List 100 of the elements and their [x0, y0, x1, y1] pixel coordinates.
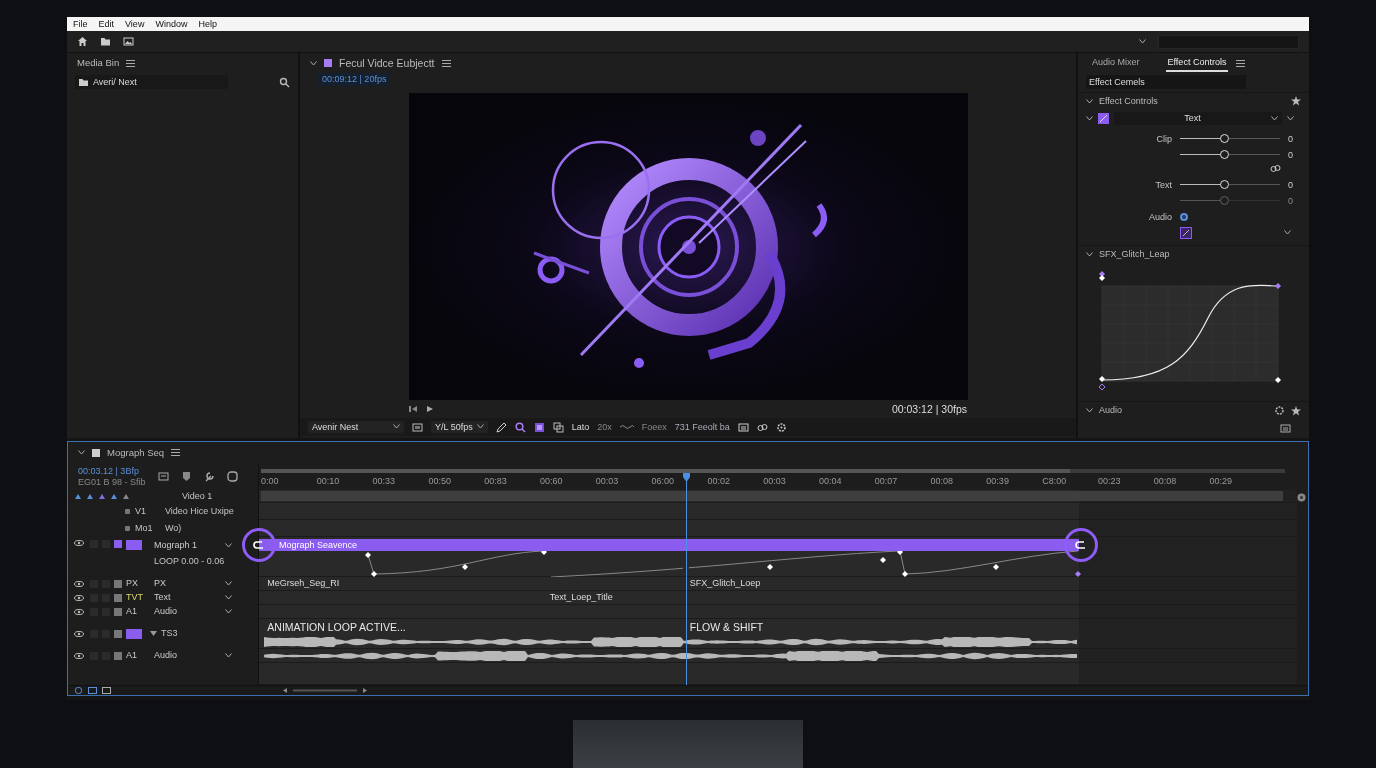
panel-tab[interactable]: Audio Mixer	[1090, 53, 1142, 73]
image-icon[interactable]	[123, 36, 134, 47]
slider-thumb[interactable]	[1220, 150, 1229, 160]
param-label: Clip	[1156, 133, 1172, 144]
track-dropdown[interactable]: Mograph 1	[154, 540, 232, 551]
clip-label: Text_Loep_Title	[549, 592, 613, 603]
menu-icon[interactable]	[171, 449, 181, 456]
chevron-icon[interactable]	[1086, 251, 1093, 257]
layer-dropdown[interactable]: Text	[1114, 111, 1282, 125]
chevron-icon	[225, 653, 232, 658]
copy-icon[interactable]	[552, 421, 564, 433]
chevron-icon[interactable]	[1086, 98, 1093, 104]
marker-icon[interactable]	[180, 471, 192, 482]
panel-icon[interactable]	[1280, 423, 1291, 434]
loop-handle[interactable]	[1064, 528, 1099, 562]
link-icon[interactable]	[1270, 163, 1281, 174]
track-dropdown[interactable]: Text	[154, 592, 232, 603]
text-field[interactable]: Effect Cemels	[1086, 75, 1246, 89]
color-chip	[114, 651, 122, 660]
settings-icon[interactable]	[1297, 493, 1306, 502]
wrench-icon[interactable]	[203, 471, 215, 482]
param-label: Audio	[1148, 211, 1172, 222]
track-dropdown[interactable]: PX	[154, 578, 232, 589]
param-value: 0	[1288, 133, 1293, 145]
section-title: SFX_Glitch_Leap	[1099, 248, 1171, 260]
star-icon[interactable]	[1291, 405, 1301, 416]
slider-thumb[interactable]	[1220, 134, 1229, 144]
chevron-icon[interactable]	[310, 60, 317, 66]
link-icon[interactable]	[756, 421, 768, 433]
ruler-tick-label: 00:83	[484, 476, 507, 486]
ruler-tick-label: C8:00	[1042, 476, 1067, 486]
folder-item[interactable]: Averi/ Next	[75, 75, 228, 89]
layers-icon[interactable]	[88, 687, 97, 694]
chevron-icon[interactable]	[1139, 39, 1146, 44]
track-code: A1	[126, 650, 138, 661]
playhead[interactable]	[683, 473, 690, 685]
ruler-tick-label: 00:29	[1209, 476, 1233, 486]
brush-button-icon[interactable]	[1180, 227, 1192, 239]
menu-item[interactable]: Edit	[98, 18, 115, 30]
param-label: Text	[1155, 179, 1172, 190]
section-title: Audio	[1099, 405, 1124, 417]
ruler-tick-label: 00:04	[818, 476, 842, 486]
film-icon[interactable]	[102, 687, 111, 694]
chevron-icon[interactable]	[1086, 115, 1093, 121]
timecode: 00:09:12 | 20fps	[318, 73, 391, 86]
radio-button[interactable]	[1180, 213, 1188, 221]
folder-icon	[79, 78, 88, 86]
play-icon[interactable]	[427, 406, 433, 412]
fps-dropdown[interactable]: Y/L 50fps	[431, 420, 488, 434]
menu-icon[interactable]	[126, 59, 136, 67]
menu-icon[interactable]	[1236, 59, 1246, 67]
step-back-icon[interactable]	[409, 406, 417, 412]
wave-icon[interactable]	[619, 424, 634, 430]
track-name: Video Hice Uxipe	[165, 505, 234, 517]
param-value: 0	[1288, 179, 1293, 191]
caret-icon[interactable]	[150, 631, 157, 636]
clip-label: FLOW & SHIFT	[689, 621, 764, 634]
color-chip	[114, 540, 122, 548]
loop-icon	[1075, 540, 1088, 550]
ruler-tick-label: 00:03	[595, 476, 619, 486]
track-dropdown[interactable]: Audio	[154, 606, 232, 617]
clip-thumbnail	[126, 540, 142, 550]
search-icon[interactable]	[279, 76, 290, 88]
frame-icon[interactable]	[533, 421, 545, 433]
chevron-icon[interactable]	[1287, 115, 1294, 121]
layer-swatch-icon	[1098, 112, 1109, 124]
menu-item[interactable]: Window	[155, 18, 188, 30]
chevron-icon[interactable]	[1086, 408, 1093, 414]
clip-label: MeGrseh_Seg_RI	[267, 578, 340, 589]
param-value: 0	[1288, 195, 1293, 207]
pen-icon[interactable]	[495, 421, 507, 433]
menu-icon[interactable]	[441, 59, 451, 67]
folder-icon[interactable]	[100, 36, 111, 47]
font-dropdown[interactable]: Avenir Nest	[308, 420, 404, 434]
chevron-icon	[476, 424, 484, 430]
clip-bar[interactable]: Mograph Seavence	[259, 539, 1079, 551]
ruler-tick-label: 06:00	[651, 476, 675, 486]
chevron-icon	[225, 542, 232, 548]
panel-title: Fecul Vidce Eubjectt	[339, 56, 435, 70]
color-chip	[114, 629, 122, 638]
menu-item[interactable]: View	[125, 18, 145, 30]
track-code: Mo1	[135, 522, 154, 534]
ruler-tick-label: 00:08	[930, 476, 954, 486]
loop-handle[interactable]	[242, 528, 276, 562]
slider-thumb[interactable]	[1220, 180, 1229, 190]
track-code: TS3	[161, 628, 178, 639]
panel-tab[interactable]: Effect Controls	[1165, 53, 1229, 73]
chevron-icon[interactable]	[78, 450, 85, 455]
ruler-tick-label: 00:50	[428, 476, 451, 486]
param-value: 0	[1288, 149, 1293, 161]
menu-item[interactable]: File	[73, 18, 88, 30]
chevron-icon	[225, 581, 232, 586]
star-icon[interactable]	[1291, 96, 1301, 107]
home-icon[interactable]	[77, 36, 88, 47]
zoom-scrollbar[interactable]	[283, 687, 367, 694]
ruler-tick-label: 0:00	[261, 476, 279, 486]
menu-item[interactable]: Help	[198, 18, 217, 30]
track-dropdown[interactable]: Audio	[154, 650, 232, 661]
chevron-icon[interactable]	[1284, 230, 1291, 236]
zoom-icon[interactable]	[514, 421, 526, 433]
